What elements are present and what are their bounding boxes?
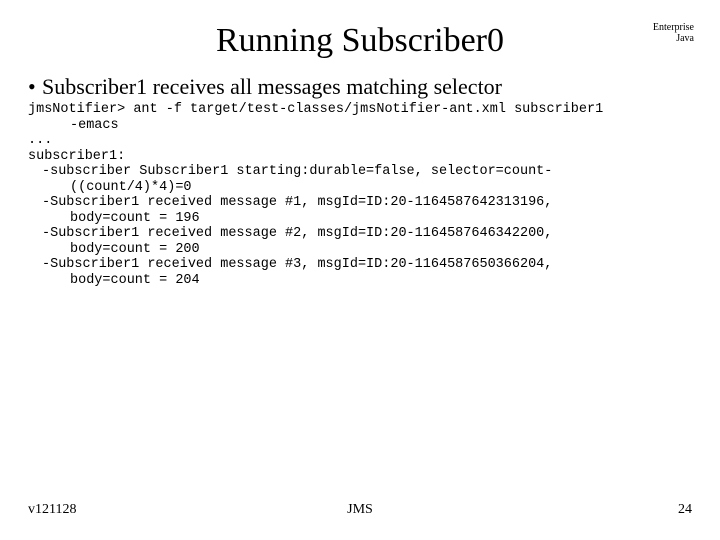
code-line: -Subscriber1 received message #1, msgId=… bbox=[28, 195, 700, 211]
code-block: jmsNotifier> ant -f target/test-classes/… bbox=[28, 102, 700, 288]
footer-topic: JMS bbox=[0, 502, 720, 518]
code-line: body=count = 200 bbox=[28, 242, 700, 258]
bullet-text: Subscriber1 receives all messages matchi… bbox=[42, 74, 502, 99]
code-line: subscriber1: bbox=[28, 149, 125, 164]
corner-label: Enterprise Java bbox=[653, 22, 694, 44]
corner-line-1: Enterprise bbox=[653, 22, 694, 33]
code-line: body=count = 204 bbox=[28, 273, 700, 289]
page-title: Running Subscriber0 bbox=[0, 22, 720, 60]
corner-line-2: Java bbox=[676, 33, 694, 44]
code-line: -emacs bbox=[28, 118, 700, 134]
code-line: -subscriber Subscriber1 starting:durable… bbox=[28, 164, 700, 180]
code-line: body=count = 196 bbox=[28, 211, 700, 227]
code-line: -Subscriber1 received message #3, msgId=… bbox=[28, 257, 700, 273]
code-line: -Subscriber1 received message #2, msgId=… bbox=[28, 226, 700, 242]
footer-page-number: 24 bbox=[678, 502, 692, 518]
code-line: jmsNotifier> ant -f target/test-classes/… bbox=[28, 102, 603, 117]
bullet-dot: • bbox=[28, 74, 42, 100]
slide: Running Subscriber0 Enterprise Java •Sub… bbox=[0, 0, 720, 540]
bullet-item: •Subscriber1 receives all messages match… bbox=[28, 74, 700, 100]
code-line: ... bbox=[28, 133, 52, 148]
code-line: ((count/4)*4)=0 bbox=[28, 180, 700, 196]
